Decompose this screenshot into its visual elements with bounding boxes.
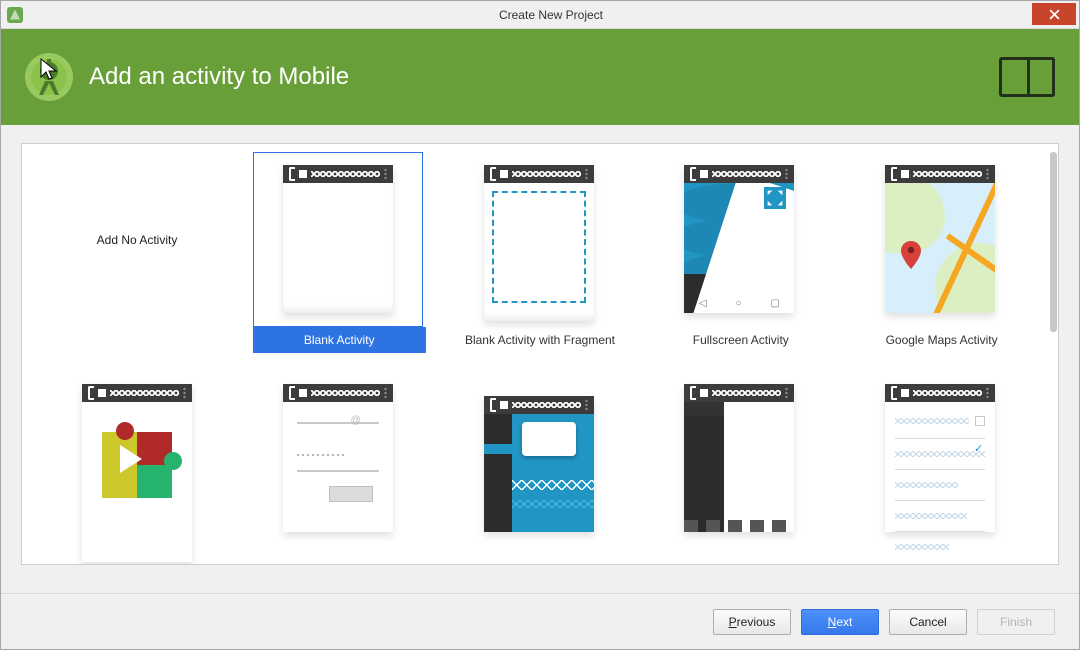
template-label: Blank Activity <box>304 333 375 347</box>
titlebar: Create New Project <box>1 1 1079 29</box>
template-label: Blank Activity with Fragment <box>465 333 615 347</box>
template-blank-activity-fragment[interactable]: Blank Activity with Fragment <box>454 152 627 353</box>
template-row2-5[interactable]: ✓ <box>855 371 1028 539</box>
finish-button: Finish <box>977 609 1055 635</box>
scrollbar-thumb[interactable] <box>1050 152 1057 332</box>
map-pin-icon <box>901 241 921 274</box>
banner-title: Add an activity to Mobile <box>89 63 349 91</box>
template-label: Fullscreen Activity <box>693 333 789 347</box>
template-add-no-activity[interactable]: Add No Activity <box>52 152 225 353</box>
login-submit-icon <box>329 486 373 502</box>
banner: Add an activity to Mobile <box>1 29 1079 125</box>
wizard-window: Create New Project Add an activity to Mo… <box>0 0 1080 650</box>
template-label: Google Maps Activity <box>886 333 998 347</box>
close-icon <box>1049 9 1060 20</box>
template-blank-activity[interactable]: Blank Activity <box>253 152 426 353</box>
close-button[interactable] <box>1032 3 1076 25</box>
template-row2-2[interactable]: @ <box>253 371 426 539</box>
cancel-button[interactable]: Cancel <box>889 609 967 635</box>
play-services-icon <box>102 432 172 498</box>
next-button[interactable]: Next <box>801 609 879 635</box>
android-studio-logo-icon <box>25 53 73 101</box>
template-gallery: Add No Activity Blank Activity <box>21 143 1059 565</box>
app-icon <box>7 7 23 23</box>
template-label: Add No Activity <box>52 233 222 247</box>
device-icon <box>999 57 1055 97</box>
window-title: Create New Project <box>23 8 1079 22</box>
content-area: Add No Activity Blank Activity <box>1 125 1079 593</box>
template-row2-1[interactable] <box>52 371 225 539</box>
template-fullscreen-activity[interactable]: ◁○▢ Fullscreen Activity <box>654 152 827 353</box>
template-google-maps-activity[interactable]: Google Maps Activity <box>855 152 1028 353</box>
template-row2-3[interactable] <box>454 371 627 539</box>
check-icon: ✓ <box>974 442 983 455</box>
template-row2-4[interactable] <box>654 371 827 539</box>
previous-button[interactable]: Previous <box>713 609 791 635</box>
wizard-footer: Previous Next Cancel Finish <box>1 593 1079 649</box>
